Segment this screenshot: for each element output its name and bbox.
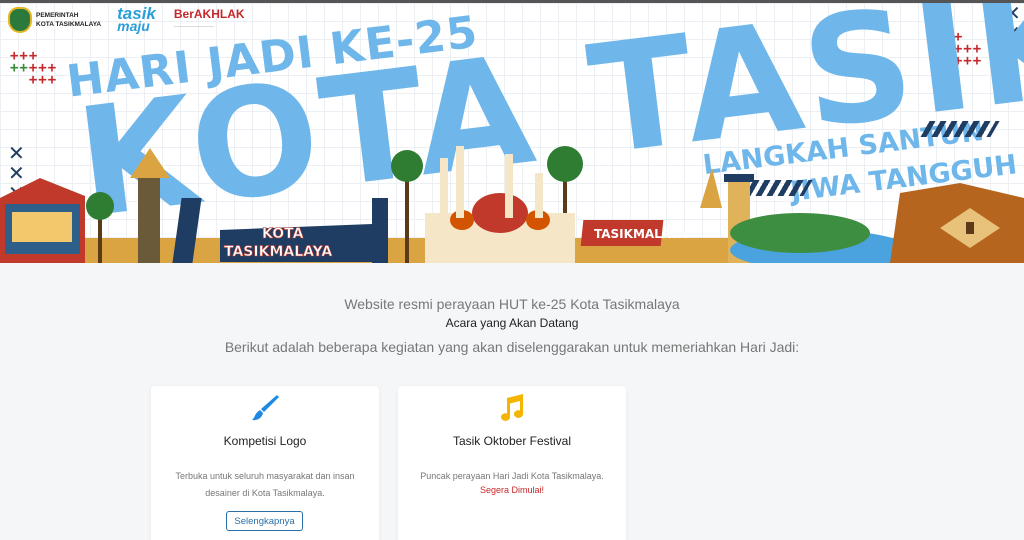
event-card-kompetisi-logo: Kompetisi Logo Terbuka untuk seluruh mas… bbox=[151, 386, 379, 540]
main-content: Website resmi perayaan HUT ke-25 Kota Ta… bbox=[0, 263, 1024, 540]
section-title: Acara yang Akan Datang bbox=[445, 316, 579, 330]
music-note-icon bbox=[398, 392, 626, 424]
event-card-tasik-oktober-festival: Tasik Oktober Festival Puncak perayaan H… bbox=[398, 386, 626, 540]
sign-tasik-text: TASIKMALAYA bbox=[594, 227, 688, 241]
pemkot-line2: KOTA TASIKMALAYA bbox=[36, 21, 102, 28]
pemkot-line1: PEMERINTAH bbox=[36, 12, 79, 19]
card-title: Kompetisi Logo bbox=[223, 434, 307, 448]
decor-stripes-top bbox=[920, 121, 1000, 137]
card-description: Puncak perayaan Hari Jadi Kota Tasikmala… bbox=[420, 471, 604, 481]
sign-tasikmalaya-text: TASIKMALAYA bbox=[224, 244, 332, 260]
berakhlak-tagline-graphic: —————————— bbox=[173, 23, 214, 28]
tasikmaju-logo: tasik maju bbox=[117, 5, 156, 33]
card-title: Tasik Oktober Festival bbox=[452, 434, 572, 448]
berakhlak-logo: BerAKHLAK —————————— bbox=[174, 8, 245, 32]
site-subtitle: Website resmi perayaan HUT ke-25 Kota Ta… bbox=[344, 296, 680, 312]
selengkapnya-button[interactable]: Selengkapnya bbox=[226, 511, 303, 531]
decor-pluses-left: +++ +++++ +++ bbox=[10, 48, 58, 88]
city-skyline-illustration: KOTA TASIKMALAYA TASIKMALAYA bbox=[0, 146, 1024, 263]
status-text: Segera Dimulai! bbox=[479, 485, 545, 495]
hero-banner: PEMERINTAH KOTA TASIKMALAYA tasik maju B… bbox=[0, 0, 1024, 263]
city-emblem-icon bbox=[8, 7, 32, 33]
paintbrush-icon bbox=[151, 392, 379, 424]
card-description: Terbuka untuk seluruh masyarakat dan ins… bbox=[175, 471, 355, 498]
sign-kota-text: KOTA bbox=[262, 226, 304, 242]
header-logos: PEMERINTAH KOTA TASIKMALAYA tasik maju B… bbox=[8, 5, 245, 33]
berakhlak-text: BerAKHLAK bbox=[173, 7, 245, 21]
section-description: Berikut adalah beberapa kegiatan yang ak… bbox=[224, 339, 800, 355]
pemkot-logo[interactable]: PEMERINTAH KOTA TASIKMALAYA bbox=[8, 7, 101, 33]
